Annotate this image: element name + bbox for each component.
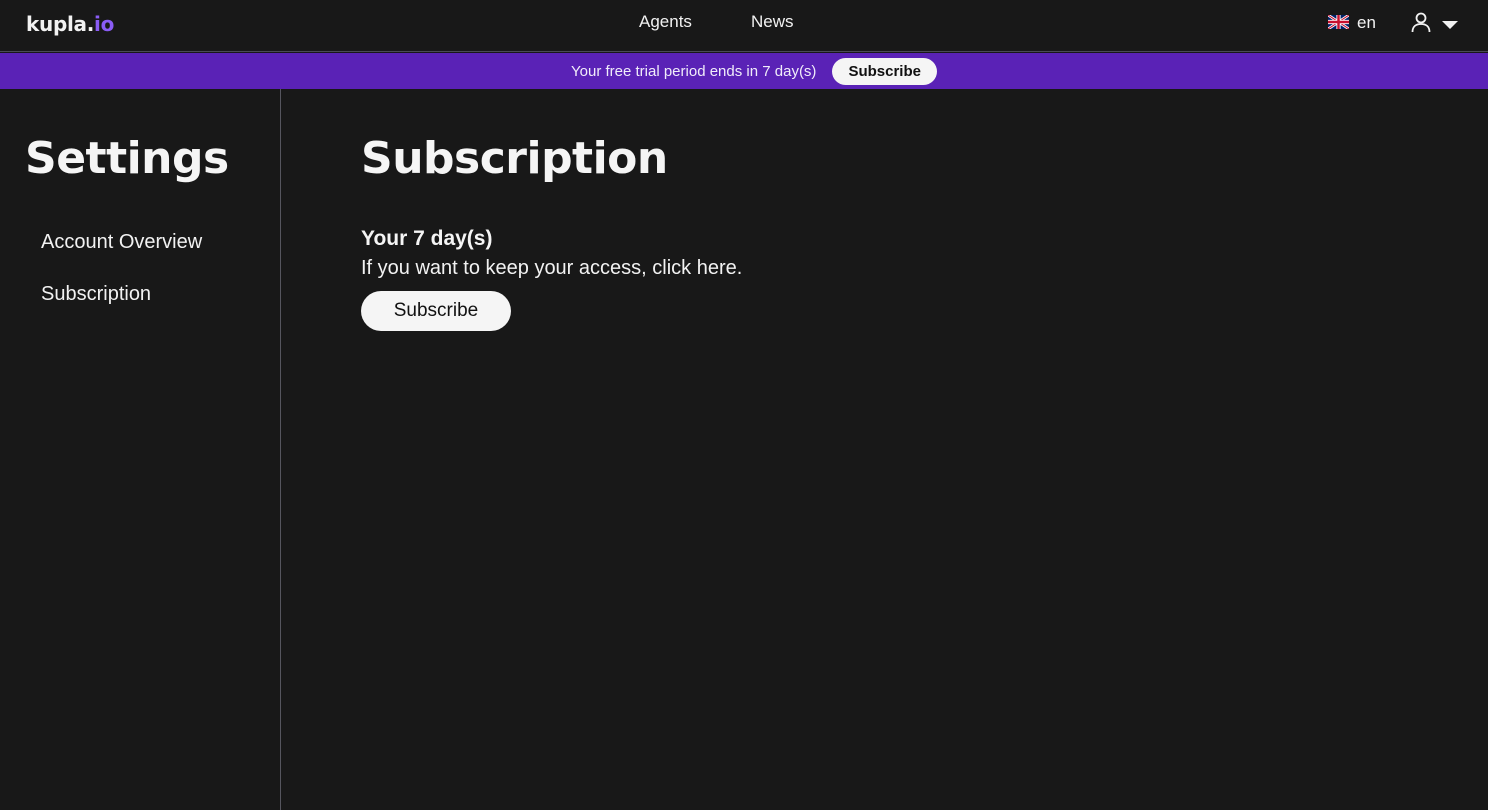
logo-accent: io [94,12,115,36]
caret-down-icon [1442,15,1458,34]
subscription-description: If you want to keep your access, click h… [361,257,743,279]
subscribe-button[interactable]: Subscribe [361,291,511,331]
user-menu[interactable] [1410,11,1458,37]
sidebar-item-account-overview[interactable]: Account Overview [41,231,202,254]
top-navbar: kupla.io Agents News en [0,0,1488,52]
language-selector[interactable]: en [1327,13,1376,33]
trial-banner: Your free trial period ends in 7 day(s) … [0,53,1488,89]
uk-flag-icon [1327,13,1350,33]
nav-link-news[interactable]: News [751,12,794,32]
nav-link-agents[interactable]: Agents [639,12,692,32]
main-nav: Agents News [0,12,1488,36]
settings-sidebar: Settings Account Overview Subscription [0,89,281,810]
user-icon [1410,11,1432,37]
logo-text: kupla. [26,12,95,36]
trial-message: Your free trial period ends in 7 day(s) [571,62,817,80]
banner-subscribe-button[interactable]: Subscribe [832,57,937,85]
page-title: Subscription [361,133,668,184]
trial-days-heading: Your 7 day(s) [361,227,493,250]
logo[interactable]: kupla.io [26,12,114,36]
sidebar-item-subscription[interactable]: Subscription [41,283,151,306]
language-label: en [1357,13,1376,32]
sidebar-title: Settings [25,133,229,184]
